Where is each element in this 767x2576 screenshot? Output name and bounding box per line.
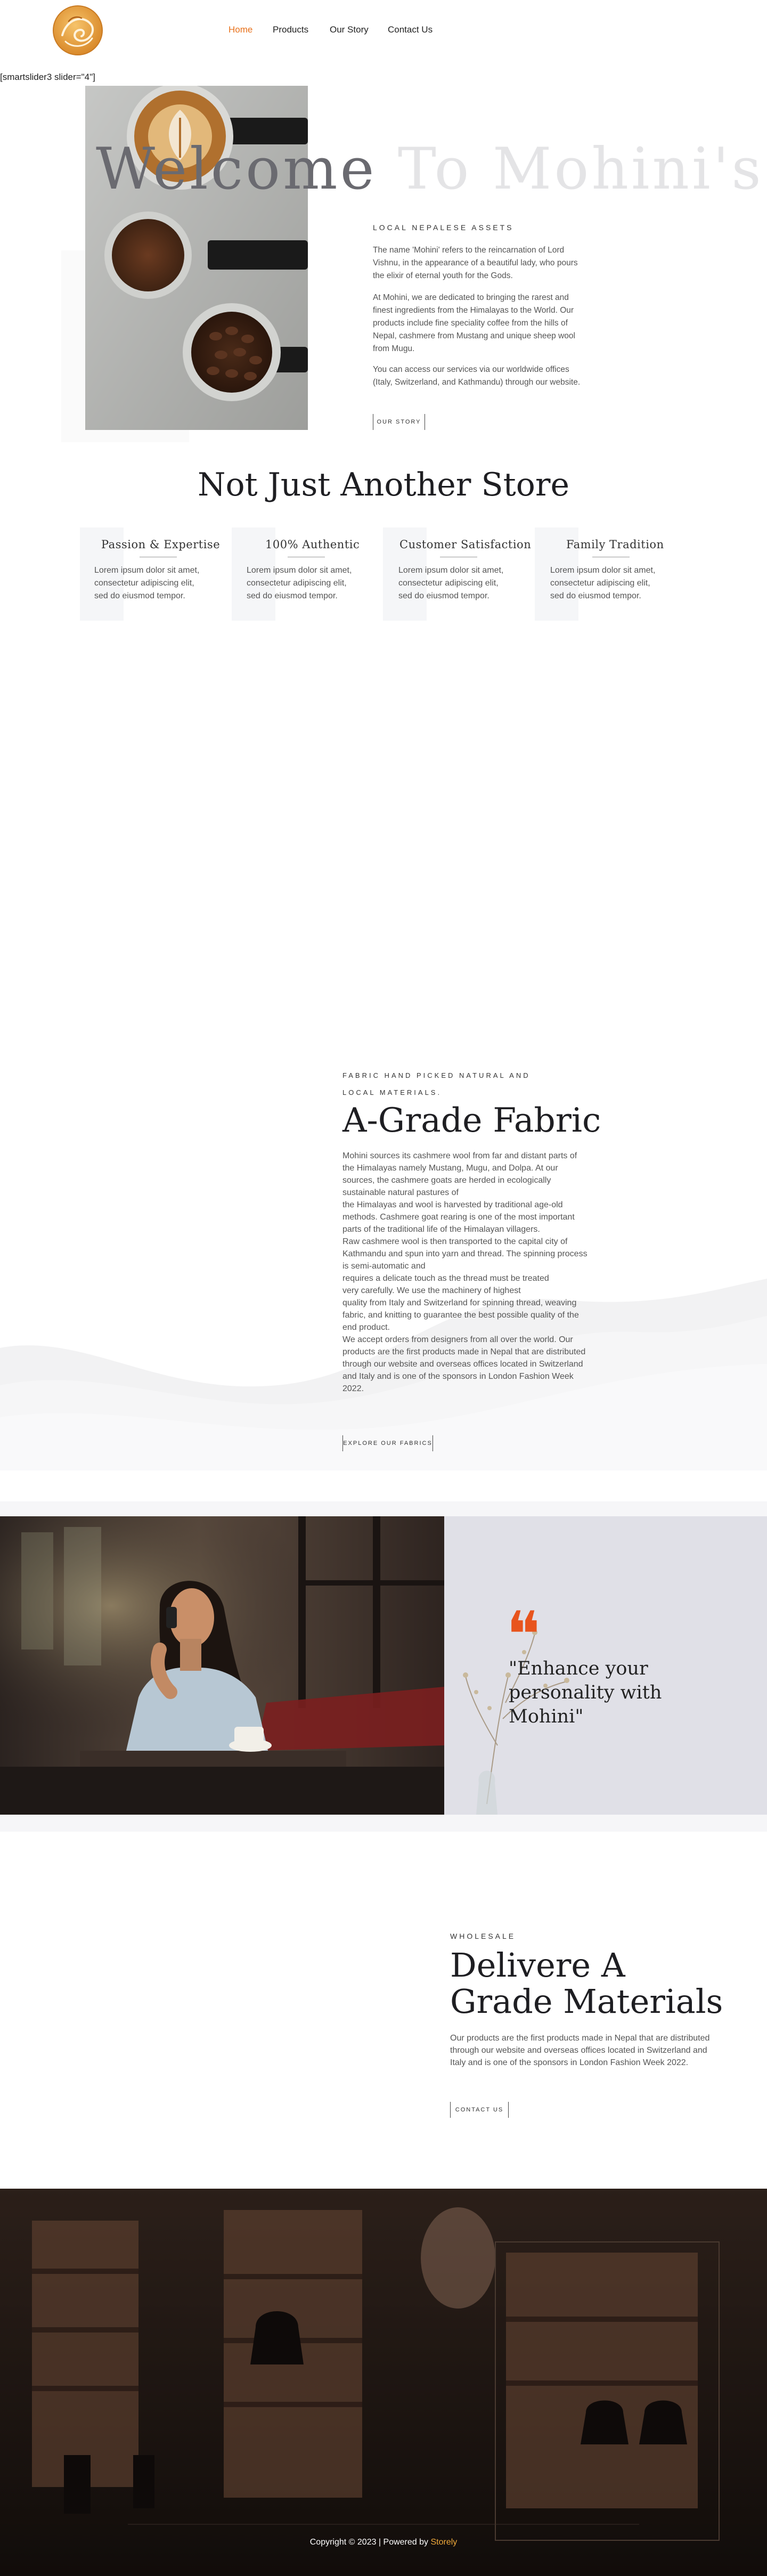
fabric-line: end product. [342, 1323, 390, 1332]
our-story-button[interactable]: OUR STORY [373, 414, 425, 430]
welcome-paragraph: You can access our services via our worl… [373, 365, 581, 387]
fabric-line: Raw cashmere wool is then transported to… [342, 1237, 568, 1246]
fabric-line: sustainable natural pastures of [342, 1188, 459, 1197]
feature-text: Lorem ipsum dolor sit amet, consectetur … [398, 566, 504, 600]
feature-text: Lorem ipsum dolor sit amet, consectetur … [94, 566, 200, 600]
fabric-line: through our website and overseas offices… [342, 1360, 583, 1369]
welcome-title-light: To Mohini's [377, 136, 764, 202]
fabric-body-text: Mohini sources its cashmere wool from fa… [342, 1150, 588, 1395]
wholesale-body-text: Our products are the first products made… [450, 2034, 710, 2067]
welcome-paragraph: At Mohini, we are dedicated to bringing … [373, 293, 575, 353]
slider-shortcode-text: [smartslider3 slider="4"] [0, 72, 95, 82]
feature-text: Lorem ipsum dolor sit amet, consectetur … [550, 566, 656, 600]
nav-home[interactable]: Home [229, 25, 252, 35]
fabric-line: is semi-automatic and [342, 1262, 426, 1271]
welcome-paragraph: The name 'Mohini' refers to the reincarn… [373, 246, 578, 280]
welcome-title: Welcome To Mohini's [96, 136, 764, 202]
feature-title: 100% Authentic [265, 538, 360, 551]
storely-link[interactable]: Storely [430, 2538, 457, 2547]
fabric-line: quality from Italy and Switzerland for s… [342, 1298, 577, 1307]
fabric-line: sources, the cashmere goats are herded i… [342, 1176, 551, 1185]
store-section-title: Not Just Another Store [197, 466, 570, 503]
footer-store-background [0, 2189, 767, 2576]
feature-title: Passion & Expertise [101, 538, 221, 551]
nav-products[interactable]: Products [273, 25, 308, 35]
nav-our-story[interactable]: Our Story [330, 25, 369, 35]
fabric-line: Kathmandu and spun into yarn and thread.… [342, 1249, 588, 1258]
fabric-title: A-Grade Fabric [342, 1101, 601, 1140]
fabric-line: parts of the traditional life of the Him… [342, 1225, 540, 1234]
feature-title: Customer Satisfaction [399, 538, 532, 551]
welcome-title-dark: Welcome [96, 136, 377, 202]
fabric-line: requires a delicate touch as the thread … [342, 1274, 549, 1283]
fabric-line: and Italy and is one of the sponsors in … [342, 1372, 574, 1381]
fabric-line: methods. Cashmere goat rearing is one of… [342, 1213, 575, 1222]
wholesale-title: Delivere A Grade Materials [450, 1946, 723, 2021]
explore-fabrics-button[interactable]: EXPLORE OUR FABRICS [342, 1435, 433, 1451]
fabric-line: We accept orders from designers from all… [342, 1335, 573, 1344]
quote-text: "Enhance your personality with Mohini" [509, 1658, 662, 1727]
fabric-line: the Himalayas and wool is harvested by t… [342, 1200, 563, 1209]
feature-title: Family Tradition [566, 538, 664, 551]
fabric-line: fabric, and knitting to guarantee the be… [342, 1311, 579, 1320]
fabric-eyebrow: FABRIC HAND PICKED NATURAL AND LOCAL MAT… [342, 1071, 531, 1096]
fabric-line: the Himalayas namely Mustang, Mugu, and … [342, 1164, 558, 1173]
wholesale-eyebrow: WHOLESALE [450, 1932, 516, 1940]
mohini-logo[interactable] [51, 3, 105, 58]
copyright-text: Copyright © 2023 | Powered by Storely [0, 2538, 767, 2547]
nav-contact-us[interactable]: Contact Us [388, 25, 433, 35]
woman-phone-photo [0, 1516, 444, 1815]
local-assets-heading: LOCAL NEPALESE ASSETS [373, 223, 514, 232]
fabric-line: Mohini sources its cashmere wool from fa… [342, 1151, 577, 1160]
feature-text: Lorem ipsum dolor sit amet, consectetur … [247, 566, 352, 600]
fabric-line: very carefully. We use the machinery of … [342, 1286, 521, 1295]
fabric-line: products are the first products made in … [342, 1347, 586, 1356]
site-header: Home Products Our Story Contact Us [0, 0, 767, 63]
contact-us-button[interactable]: CONTACT US [450, 2102, 509, 2118]
fabric-line: 2022. [342, 1384, 364, 1393]
copyright-label: Copyright © 2023 | Powered by [309, 2538, 431, 2547]
